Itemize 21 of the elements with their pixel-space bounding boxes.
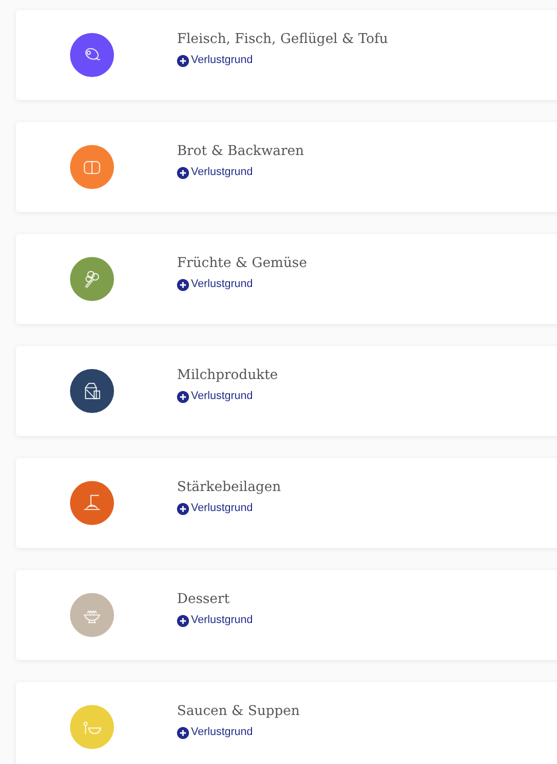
category-title: Saucen & Suppen: [177, 702, 300, 721]
add-reason-link[interactable]: Verlustgrund: [177, 54, 253, 67]
plus-icon: [177, 726, 189, 738]
category-title: Früchte & Gemüse: [177, 254, 307, 273]
add-reason-link[interactable]: Verlustgrund: [177, 726, 253, 739]
add-reason-link[interactable]: Verlustgrund: [177, 166, 253, 179]
plus-icon: [177, 166, 189, 178]
plus-icon: [177, 390, 189, 402]
category-title: Brot & Backwaren: [177, 142, 304, 161]
category-title: Fleisch, Fisch, Geflügel & Tofu: [177, 30, 388, 49]
category-title: Stärkebeilagen: [177, 478, 281, 497]
plus-icon: [177, 502, 189, 514]
plus-icon: [177, 614, 189, 626]
add-reason-link[interactable]: Verlustgrund: [177, 390, 253, 403]
category-title: Dessert: [177, 590, 230, 609]
add-reason-link[interactable]: Verlustgrund: [177, 278, 253, 291]
add-reason-link[interactable]: Verlustgrund: [177, 502, 253, 515]
plus-icon: [177, 278, 189, 290]
add-reason-link[interactable]: Verlustgrund: [177, 614, 253, 627]
category-title: Milchprodukte: [177, 366, 278, 385]
plus-icon: [177, 54, 189, 66]
